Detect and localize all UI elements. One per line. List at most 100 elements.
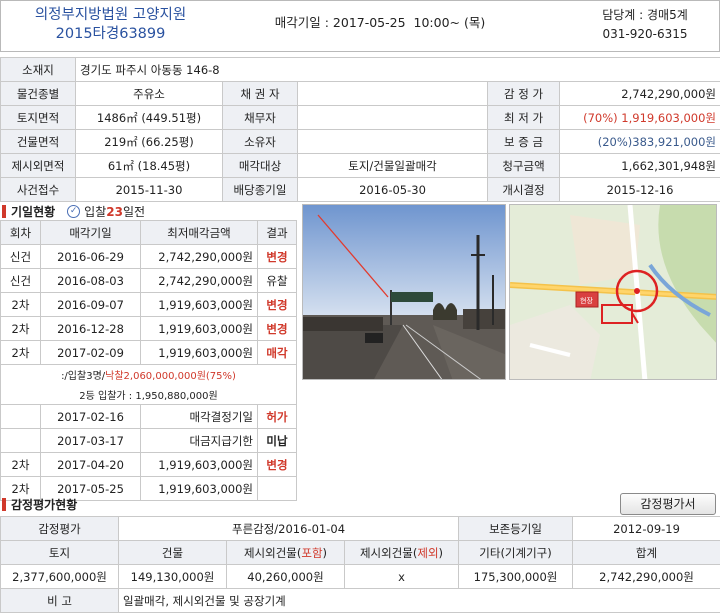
land-area-label: 토지면적 <box>0 105 76 130</box>
result: 변경 <box>257 452 297 477</box>
sale-target-value: 토지/건물일괄매각 <box>297 153 488 178</box>
winning-bid: 낙찰2,060,000,000원(75%) <box>105 371 236 383</box>
appraiser-value: 푸른감정/2016-01-04 <box>117 516 460 541</box>
date: 2016-08-03 <box>40 268 141 293</box>
filed-label: 사건접수 <box>0 177 76 202</box>
deposit-label: 보 증 금 <box>487 129 560 154</box>
amount: 대금지급기한 <box>140 428 258 453</box>
amount: 1,919,603,000원 <box>140 316 258 341</box>
history-title: 기일현황 <box>11 204 56 219</box>
department: 담당계 : 경매5계 <box>602 8 688 22</box>
court-block: 의정부지방법원 고양지원 2015타경63899 <box>8 6 213 44</box>
creditor-value <box>297 81 488 106</box>
sale-result: :/입찰3명/낙찰2,060,000,000원(75%) <box>0 364 297 385</box>
result: 유찰 <box>257 268 297 293</box>
round <box>0 428 41 453</box>
total-value: 2,742,290,000원 <box>572 564 720 589</box>
col-excl-excluded: 제시외건물(제외) <box>343 540 460 565</box>
history-title-block: 기일현황 ✓ 입찰23일전 <box>2 203 145 219</box>
excl-included-word: 포함 <box>301 545 323 560</box>
countdown-prefix: 입찰 <box>84 204 107 219</box>
appraisal-report-button[interactable]: 감정평가서 <box>620 493 716 515</box>
check-circle-icon: ✓ <box>67 204 81 218</box>
result: 변경 <box>257 244 297 269</box>
location-map-image: 현장 <box>510 205 716 379</box>
phone: 031-920-6315 <box>602 27 688 41</box>
excl-suffix: ) <box>438 545 444 560</box>
section-bar <box>2 204 6 218</box>
table-row: 2차 2016-09-07 1,919,603,000원 변경 <box>0 292 297 317</box>
debtor-value <box>297 105 488 130</box>
section-bar <box>2 497 6 511</box>
round: 2차 <box>0 340 41 365</box>
second-bid: 2등 입찰가 : 1,950,880,000원 <box>0 384 297 405</box>
date: 2017-03-17 <box>40 428 141 453</box>
start-value: 2015-12-16 <box>558 177 720 202</box>
dividend-label: 배당종기일 <box>222 177 298 202</box>
location-map[interactable]: 현장 <box>509 204 717 380</box>
appraisal-table: 감정평가 푸른감정/2016-01-04 보존등기일 2012-09-19 토지… <box>0 516 720 613</box>
sale-target-label: 매각대상 <box>222 153 298 178</box>
street-photo-image <box>303 205 505 379</box>
department-block: 담당계 : 경매5계 031-920-6315 <box>575 6 715 44</box>
property-info-table: 소재지 경기도 파주시 아동동 146-8 물건종별 주유소 채 권 자 감 정… <box>0 57 720 202</box>
land-area-value: 1486㎡ (449.51평) <box>75 105 223 130</box>
col-land: 토지 <box>0 540 119 565</box>
table-row: 2차 2017-04-20 1,919,603,000원 변경 <box>0 452 297 477</box>
auction-date: 매각기일 : 2017-05-25 10:00~ (목) <box>274 15 486 30</box>
countdown-days: 23 <box>106 204 123 219</box>
eval-title-block: 감정평가현황 <box>2 496 77 512</box>
round <box>0 404 41 429</box>
creditor-label: 채 권 자 <box>222 81 298 106</box>
result: 매각 <box>257 340 297 365</box>
col-building: 건물 <box>118 540 227 565</box>
date: 2017-02-16 <box>40 404 141 429</box>
street-photo[interactable] <box>302 204 506 380</box>
appraisal-label: 감 정 가 <box>487 81 560 106</box>
min-price-pct: (70%) <box>583 110 618 125</box>
min-price-value: (70%) 1,919,603,000원 <box>558 105 720 130</box>
owner-label: 소유자 <box>222 129 298 154</box>
excl-prefix: 제시외건물( <box>359 545 418 560</box>
land-value: 2,377,600,000원 <box>0 564 119 589</box>
table-row: 2차 2017-02-09 1,919,603,000원 매각 <box>0 340 297 365</box>
filed-value: 2015-11-30 <box>75 177 223 202</box>
date: 2017-02-09 <box>40 340 141 365</box>
amount: 매각결정기일 <box>140 404 258 429</box>
sale-result-row: :/입찰3명/낙찰2,060,000,000원(75%) <box>0 364 297 385</box>
amount: 1,919,603,000원 <box>140 476 258 501</box>
round: 신건 <box>0 268 41 293</box>
type-value: 주유소 <box>75 81 223 106</box>
amount: 1,919,603,000원 <box>140 292 258 317</box>
col-excl-included: 제시외건물(포함) <box>226 540 345 565</box>
table-row: 2017-02-16 매각결정기일 허가 <box>0 404 297 429</box>
note-label: 비 고 <box>0 588 119 613</box>
address-label: 소재지 <box>0 57 76 82</box>
result: 미납 <box>257 428 297 453</box>
case-number[interactable]: 2015타경63899 <box>8 25 213 44</box>
date: 2016-09-07 <box>40 292 141 317</box>
excl-suffix: ) <box>322 545 328 560</box>
table-row: 2017-03-17 대금지급기한 미납 <box>0 428 297 453</box>
registration-label: 보존등기일 <box>458 516 574 541</box>
bidders: :/입찰3명/ <box>61 371 106 383</box>
history-table: 회차 매각기일 최저매각금액 결과 신건 2016-06-29 2,742,29… <box>0 220 297 501</box>
start-label: 개시결정 <box>487 177 560 202</box>
col-round: 회차 <box>0 220 41 245</box>
col-total: 합계 <box>572 540 720 565</box>
building-area-label: 건물면적 <box>0 129 76 154</box>
owner-value <box>297 129 488 154</box>
excl-prefix: 제시외건물( <box>243 545 302 560</box>
table-row: 신건 2016-06-29 2,742,290,000원 변경 <box>0 244 297 269</box>
date: 2017-04-20 <box>40 452 141 477</box>
court-name: 의정부지방법원 고양지원 <box>34 7 187 23</box>
registration-value: 2012-09-19 <box>572 516 720 541</box>
countdown-suffix: 일전 <box>122 204 146 219</box>
building-area-value: 219㎡ (66.25평) <box>75 129 223 154</box>
min-price-amount: 1,919,603,000원 <box>621 110 717 125</box>
claim-label: 청구금액 <box>487 153 560 178</box>
table-row: 2차 2016-12-28 1,919,603,000원 변경 <box>0 316 297 341</box>
deposit-value: (20%)383,921,000원 <box>558 129 720 154</box>
map-site-label: 현장 <box>580 296 593 305</box>
date: 2016-12-28 <box>40 316 141 341</box>
